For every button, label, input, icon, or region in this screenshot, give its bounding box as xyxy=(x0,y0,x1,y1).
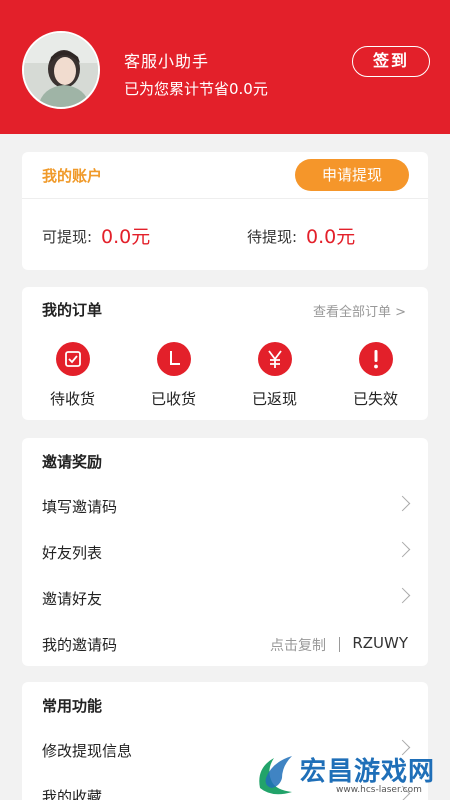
order-item-expired[interactable]: 已失效 xyxy=(325,342,426,409)
account-card: 我的账户 申请提现 可提现: 0.0元 待提现: 0.0元 xyxy=(22,152,428,270)
avatar[interactable] xyxy=(22,31,100,109)
row-label: 邀请好友 xyxy=(42,590,103,608)
order-label: 待收货 xyxy=(49,390,95,408)
chevron-right-icon xyxy=(394,587,411,604)
account-title: 我的账户 xyxy=(42,167,103,185)
orders-title: 我的订单 xyxy=(42,301,103,319)
copy-button[interactable]: 点击复制 xyxy=(270,635,326,655)
checkin-button[interactable]: 签到 xyxy=(352,46,430,77)
exclamation-icon xyxy=(358,342,393,376)
username: 客服小助手 xyxy=(124,52,210,71)
pending-label: 待提现: xyxy=(247,228,298,246)
pending-value: 0.0元 xyxy=(306,226,356,248)
row-label: 好友列表 xyxy=(42,544,103,562)
clock-icon xyxy=(156,342,191,376)
available-label: 可提现: xyxy=(42,228,93,246)
separator xyxy=(339,637,340,652)
order-label: 已返现 xyxy=(251,390,297,408)
chevron-right-icon xyxy=(394,495,411,512)
order-item-pending-receipt[interactable]: 待收货 xyxy=(22,342,123,409)
divider xyxy=(22,198,428,199)
chevron-right-icon xyxy=(394,541,411,558)
invite-code-value: RZUWY xyxy=(352,634,408,652)
row-label: 填写邀请码 xyxy=(42,498,118,516)
row-label: 我的邀请码 xyxy=(42,636,118,654)
row-enter-invite-code[interactable]: 填写邀请码 xyxy=(22,484,428,528)
common-title: 常用功能 xyxy=(42,697,103,715)
row-my-invite-code: 我的邀请码 点击复制 RZUWY xyxy=(22,622,428,666)
row-label: 我的收藏 xyxy=(42,788,103,800)
withdraw-button[interactable]: 申请提现 xyxy=(295,159,409,191)
order-label: 已失效 xyxy=(352,390,398,408)
available-value: 0.0元 xyxy=(101,226,151,248)
savings-text: 已为您累计节省0.0元 xyxy=(124,80,268,98)
row-invite-friends[interactable]: 邀请好友 xyxy=(22,576,428,620)
invite-card: 邀请奖励 填写邀请码 好友列表 邀请好友 我的邀请码 点击复制 RZUWY xyxy=(22,438,428,666)
invite-title: 邀请奖励 xyxy=(42,453,103,471)
checkbox-icon xyxy=(55,342,90,376)
row-label: 修改提现信息 xyxy=(42,742,133,760)
row-friend-list[interactable]: 好友列表 xyxy=(22,530,428,574)
watermark-logo-icon xyxy=(259,756,292,795)
orders-card: 我的订单 查看全部订单 > 待收货 已收货 已返现 已失效 xyxy=(22,287,428,420)
watermark-url: www.hcs-laser.com xyxy=(336,785,422,795)
view-all-orders-link[interactable]: 查看全部订单 > xyxy=(313,301,406,320)
watermark-text: 宏昌游戏网 xyxy=(300,757,436,787)
order-item-received[interactable]: 已收货 xyxy=(123,342,224,409)
site-watermark: 宏昌游戏网 www.hcs-laser.com xyxy=(250,748,450,800)
order-item-cashback[interactable]: 已返现 xyxy=(224,342,325,409)
yen-icon xyxy=(257,342,292,376)
avatar-image xyxy=(24,33,98,107)
order-label: 已收货 xyxy=(150,390,196,408)
profile-header: 客服小助手 已为您累计节省0.0元 签到 xyxy=(0,0,450,134)
